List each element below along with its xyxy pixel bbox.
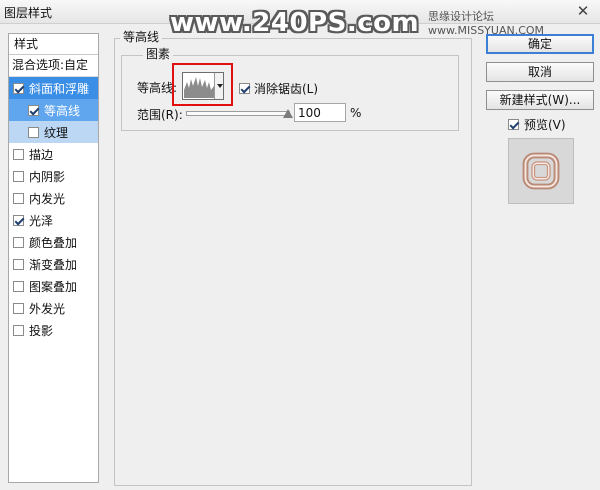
close-icon[interactable]: ✕ — [572, 2, 594, 20]
new-style-button[interactable]: 新建样式(W)... — [486, 90, 594, 110]
contour-group-title: 等高线 — [120, 28, 163, 45]
style-item-drop-shadow[interactable]: 投影 — [9, 319, 98, 341]
style-item-bevel-emboss[interactable]: 斜面和浮雕 — [9, 77, 98, 99]
anti-alias-option[interactable]: 消除锯齿(L) — [239, 80, 318, 97]
preview-option[interactable]: 预览(V) — [508, 116, 566, 133]
style-item-label: 光泽 — [29, 213, 54, 228]
cancel-button[interactable]: 取消 — [486, 62, 594, 82]
preview-swatch-icon — [509, 139, 573, 203]
style-item-stroke[interactable]: 描边 — [9, 143, 98, 165]
style-item-contour[interactable]: 等高线 — [9, 99, 98, 121]
highlight-annotation-box — [172, 63, 233, 106]
elements-group-title: 图素 — [143, 45, 174, 62]
style-item-inner-glow[interactable]: 内发光 — [9, 187, 98, 209]
range-slider-track[interactable] — [186, 111, 290, 116]
inner-glow-checkbox[interactable] — [13, 192, 24, 204]
style-item-color-overlay[interactable]: 颜色叠加 — [9, 231, 98, 253]
style-item-label: 图案叠加 — [29, 279, 78, 294]
range-unit: % — [350, 106, 362, 120]
watermark-logo: www.240PS.com — [170, 8, 420, 38]
style-item-label: 投影 — [29, 323, 54, 338]
texture-checkbox[interactable] — [28, 126, 39, 138]
drop-shadow-checkbox[interactable] — [13, 324, 24, 336]
contour-checkbox[interactable] — [28, 104, 39, 116]
style-item-label: 外发光 — [29, 301, 66, 316]
style-item-label: 纹理 — [44, 125, 69, 140]
inner-shadow-checkbox[interactable] — [13, 170, 24, 182]
style-item-satin[interactable]: 光泽 — [9, 209, 98, 231]
style-item-inner-shadow[interactable]: 内阴影 — [9, 165, 98, 187]
style-preview-thumbnail — [508, 138, 574, 204]
style-item-outer-glow[interactable]: 外发光 — [9, 297, 98, 319]
ok-button[interactable]: 确定 — [486, 34, 594, 54]
pattern-overlay-checkbox[interactable] — [13, 280, 24, 292]
style-item-label: 颜色叠加 — [29, 235, 78, 250]
blend-options-item[interactable]: 混合选项:自定 — [9, 55, 98, 77]
window-title: 图层样式 — [4, 6, 53, 20]
bevel-emboss-checkbox[interactable] — [13, 82, 24, 94]
preview-checkbox[interactable] — [508, 119, 519, 130]
styles-list-panel: 样式 混合选项:自定 斜面和浮雕 等高线 纹理 描边 内阴影 内发光 光泽 颜色… — [8, 33, 99, 483]
style-item-label: 渐变叠加 — [29, 257, 78, 272]
satin-checkbox[interactable] — [13, 214, 24, 226]
style-item-texture[interactable]: 纹理 — [9, 121, 98, 143]
styles-header[interactable]: 样式 — [9, 34, 98, 55]
style-item-label: 内发光 — [29, 191, 66, 206]
anti-alias-label: 消除锯齿(L) — [254, 82, 319, 96]
stroke-checkbox[interactable] — [13, 148, 24, 160]
anti-alias-checkbox[interactable] — [239, 83, 250, 94]
outer-glow-checkbox[interactable] — [13, 302, 24, 314]
style-item-label: 斜面和浮雕 — [29, 81, 90, 96]
range-input[interactable] — [294, 103, 346, 122]
style-item-gradient-overlay[interactable]: 渐变叠加 — [9, 253, 98, 275]
style-item-label: 内阴影 — [29, 169, 66, 184]
preview-label: 预览(V) — [524, 118, 566, 132]
style-item-label: 描边 — [29, 147, 54, 162]
gradient-overlay-checkbox[interactable] — [13, 258, 24, 270]
range-label: 范围(R): — [137, 108, 183, 122]
range-slider-thumb[interactable] — [283, 109, 293, 118]
color-overlay-checkbox[interactable] — [13, 236, 24, 248]
style-item-pattern-overlay[interactable]: 图案叠加 — [9, 275, 98, 297]
style-item-label: 等高线 — [44, 103, 81, 118]
